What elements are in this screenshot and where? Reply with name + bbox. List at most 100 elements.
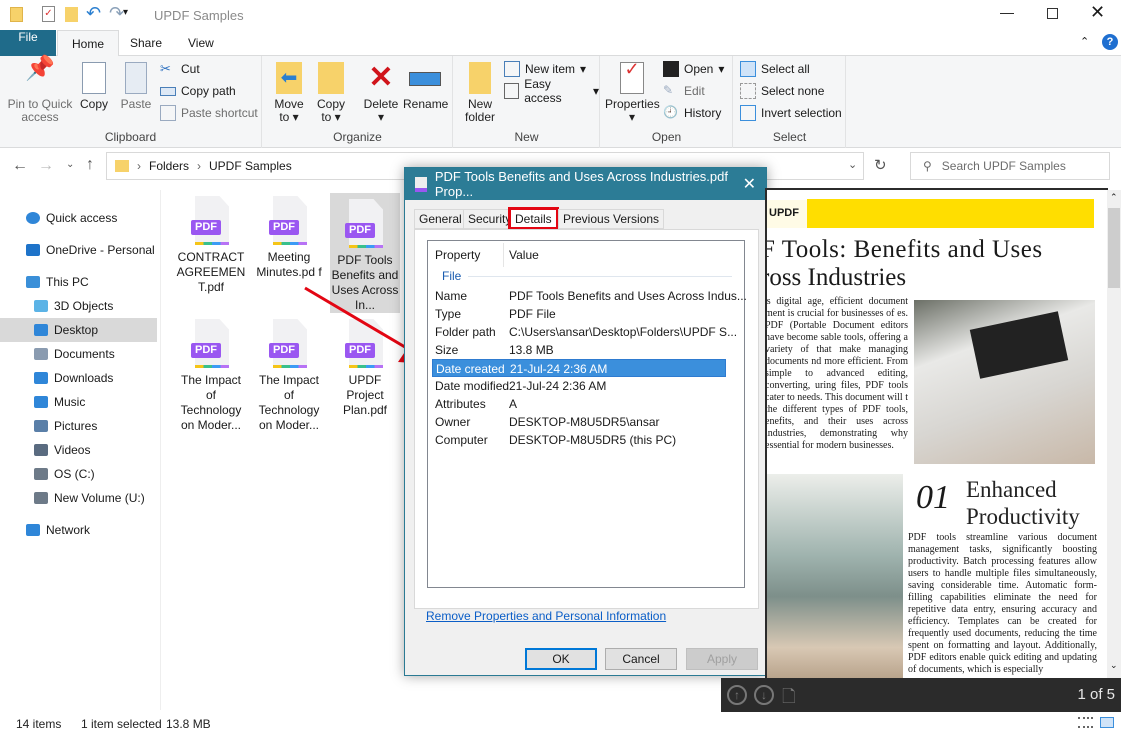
dialog-title-bar: PDF Tools Benefits and Uses Across Indus… — [405, 168, 766, 200]
large-icons-view-icon[interactable] — [1100, 717, 1114, 728]
ribbon-tabs: File Home Share View ⌃ ? — [0, 30, 1121, 56]
property-row[interactable]: Folder pathC:\Users\ansar\Desktop\Folder… — [432, 323, 726, 341]
remove-properties-link[interactable]: Remove Properties and Personal Informati… — [426, 609, 666, 623]
invert-selection-button[interactable]: Invert selection — [740, 103, 842, 123]
properties-button[interactable]: ✓Properties▾ — [605, 62, 659, 124]
column-property[interactable]: Property — [435, 248, 480, 262]
pin-quick-access-button[interactable]: 📌Pin to Quick access — [6, 62, 74, 124]
up-button[interactable]: ↑ — [86, 156, 94, 174]
column-value[interactable]: Value — [509, 248, 539, 262]
tab-general[interactable]: General — [414, 209, 467, 229]
easy-access-button[interactable]: Easy access ▾ — [504, 81, 599, 101]
address-dropdown-icon[interactable]: ⌄ — [848, 158, 857, 171]
file-item[interactable]: PDFThe Impact of Technology on Moder... — [176, 313, 246, 433]
find-in-document-icon[interactable]: 🗋 — [782, 684, 796, 713]
file-item[interactable]: PDFCONTRACT AGREEMEN T.pdf — [176, 190, 246, 295]
copy-path-button[interactable]: Copy path — [160, 81, 236, 101]
nav-item[interactable]: Network — [0, 518, 157, 542]
details-list[interactable]: Property Value File NamePDF Tools Benefi… — [427, 240, 745, 588]
minimize-button[interactable]: — — [1000, 4, 1014, 20]
scroll-up-icon[interactable]: ⌃ — [1110, 192, 1118, 203]
next-page-button[interactable]: ↓ — [754, 685, 774, 705]
copy-path-icon — [160, 87, 176, 96]
select-all-button[interactable]: Select all — [740, 59, 810, 79]
select-none-button[interactable]: Select none — [740, 81, 824, 101]
maximize-button[interactable] — [1047, 8, 1058, 19]
tab-previous-versions[interactable]: Previous Versions — [558, 209, 664, 229]
nav-item[interactable]: OneDrive - Personal — [0, 238, 157, 262]
paste-button[interactable]: Paste — [118, 62, 154, 111]
tab-file[interactable]: File — [0, 30, 56, 56]
refresh-button[interactable]: ↻ — [874, 156, 887, 174]
ok-button[interactable]: OK — [525, 648, 597, 670]
nav-item[interactable]: 3D Objects — [0, 294, 157, 318]
paste-shortcut-button[interactable]: Paste shortcut — [160, 103, 258, 123]
undo-icon[interactable]: ↶ — [86, 3, 101, 24]
forward-button[interactable]: → — [38, 157, 54, 175]
property-row[interactable]: TypePDF File — [432, 305, 726, 323]
details-view-icon[interactable] — [1078, 717, 1093, 728]
open-button[interactable]: Open ▾ — [663, 59, 724, 79]
help-icon[interactable]: ? — [1102, 34, 1118, 50]
recent-locations-icon[interactable]: ⌄ — [66, 159, 74, 170]
dialog-close-button[interactable]: ✕ — [743, 174, 756, 194]
property-row[interactable]: AttributesA — [432, 395, 726, 413]
close-button[interactable]: ✕ — [1090, 2, 1105, 23]
preview-scrollbar[interactable]: ⌃ ⌄ — [1107, 190, 1121, 678]
property-row[interactable]: OwnerDESKTOP-M8U5DR5\ansar — [432, 413, 726, 431]
new-folder-button[interactable]: New folder — [460, 62, 500, 124]
move-to-button[interactable]: ⬅Move to ▾ — [271, 62, 307, 124]
collapse-ribbon-icon[interactable]: ⌃ — [1080, 35, 1089, 48]
breadcrumb-updf-samples[interactable]: UPDF Samples — [209, 159, 292, 173]
redo-icon[interactable]: ↷ — [109, 3, 124, 24]
move-to-icon: ⬅ — [276, 62, 302, 94]
scroll-down-icon[interactable]: ⌄ — [1110, 660, 1118, 671]
search-input[interactable]: ⚲ Search UPDF Samples — [910, 152, 1110, 180]
new-item-button[interactable]: New item ▾ — [504, 59, 586, 79]
back-button[interactable]: ← — [12, 157, 28, 175]
cut-button[interactable]: ✂Cut — [160, 59, 200, 79]
delete-button[interactable]: ✕Delete▾ — [361, 62, 401, 124]
clipboard-label: Clipboard — [0, 130, 261, 144]
organize-group: ⬅Move to ▾ Copy to ▾ ✕Delete▾ Rename Org… — [263, 56, 453, 148]
file-item[interactable]: PDFMeeting Minutes.pd f — [254, 190, 324, 280]
search-icon: ⚲ — [923, 159, 932, 173]
property-name: Attributes — [435, 395, 486, 413]
computer-icon — [26, 276, 40, 288]
nav-item[interactable]: Quick access — [0, 206, 157, 230]
edit-button[interactable]: ✎Edit — [663, 81, 705, 101]
property-row[interactable]: NamePDF Tools Benefits and Uses Across I… — [432, 287, 726, 305]
previous-page-button[interactable]: ↑ — [727, 685, 747, 705]
tab-details[interactable]: Details — [508, 207, 559, 230]
nav-item[interactable]: Pictures — [0, 414, 157, 438]
properties-dialog: PDF Tools Benefits and Uses Across Indus… — [404, 167, 767, 676]
open-icon — [663, 61, 679, 77]
copy-to-button[interactable]: Copy to ▾ — [313, 62, 349, 124]
tab-view[interactable]: View — [174, 30, 228, 56]
nav-item[interactable]: Documents — [0, 342, 157, 366]
tab-share[interactable]: Share — [116, 30, 176, 56]
property-row[interactable]: Size13.8 MB — [432, 341, 726, 359]
nav-item[interactable]: This PC — [0, 270, 157, 294]
properties-quick-icon[interactable]: ✓ — [42, 6, 55, 22]
apply-button[interactable]: Apply — [686, 648, 758, 670]
nav-item[interactable]: Desktop — [0, 318, 157, 342]
customize-toolbar-icon[interactable]: ▾ — [123, 7, 128, 18]
property-name: Size — [435, 341, 458, 359]
nav-item[interactable]: New Volume (U:) — [0, 486, 157, 510]
scroll-thumb[interactable] — [1108, 208, 1120, 288]
property-row[interactable]: ComputerDESKTOP-M8U5DR5 (this PC) — [432, 431, 726, 449]
nav-item[interactable]: Music — [0, 390, 157, 414]
cancel-button[interactable]: Cancel — [605, 648, 677, 670]
property-row[interactable]: Date modified21-Jul-24 2:36 AM — [432, 377, 726, 395]
copy-button[interactable]: Copy — [76, 62, 112, 111]
nav-item[interactable]: OS (C:) — [0, 462, 157, 486]
property-row[interactable]: Date created21-Jul-24 2:36 AM — [432, 359, 726, 377]
breadcrumb-folders[interactable]: Folders — [149, 159, 189, 173]
history-button[interactable]: 🕘History — [663, 103, 721, 123]
new-folder-quick-icon[interactable] — [65, 7, 78, 22]
tab-home[interactable]: Home — [57, 30, 119, 57]
nav-item[interactable]: Videos — [0, 438, 157, 462]
rename-button[interactable]: Rename — [403, 62, 447, 111]
nav-item[interactable]: Downloads — [0, 366, 157, 390]
